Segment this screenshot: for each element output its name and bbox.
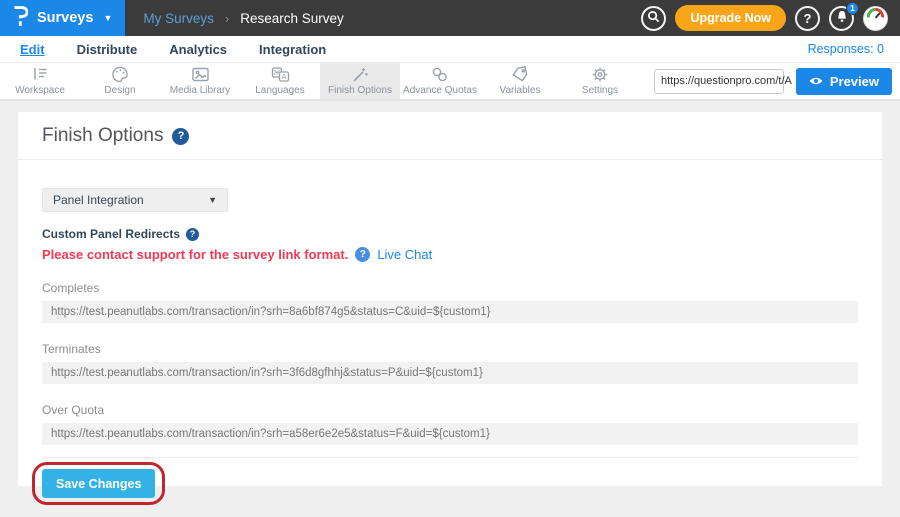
section-heading-label: Custom Panel Redirects [42,227,180,241]
questionpro-logo-icon [13,5,28,31]
live-chat-link[interactable]: Live Chat [377,247,432,262]
survey-nav-row: Edit Distribute Analytics Integration Re… [0,36,900,63]
search-icon [647,10,660,26]
tab-label: Finish Options [328,85,392,96]
help-button[interactable]: ? [795,6,820,31]
notifications: 1 [829,6,854,31]
tab-label: Design [104,85,135,96]
questionpro-app: Surveys ▼ My Surveys › Research Survey U… [0,0,900,517]
tab-label: Languages [255,85,305,96]
live-chat-help-icon[interactable]: ? [355,247,370,262]
tab-settings[interactable]: Settings [560,63,640,99]
card-header: Finish Options ? [18,112,882,147]
account-avatar[interactable] [863,6,888,31]
support-notice-row: Please contact support for the survey li… [42,247,858,262]
tab-media-library[interactable]: Media Library [160,63,240,99]
completes-url-input[interactable] [42,301,858,323]
tab-variables[interactable]: Variables [480,63,560,99]
completes-label: Completes [42,281,858,295]
edit-toolbar: Workspace Design Media Li [0,63,900,101]
tab-label: Variables [500,85,541,96]
gauge-icon [865,6,886,31]
card-body: Panel Integration ▼ Custom Panel Redirec… [18,188,882,505]
preview-button[interactable]: Preview [796,68,892,95]
tab-design[interactable]: Design [80,63,160,99]
terminates-label: Terminates [42,342,858,356]
chevron-down-icon: ▼ [208,195,217,205]
breadcrumb: My Surveys › Research Survey [125,0,343,36]
title-divider [18,159,882,160]
finish-option-type-dropdown[interactable]: Panel Integration ▼ [42,188,228,212]
dropdown-selected-value: Panel Integration [53,193,144,207]
responses-count: Responses: 0 [808,42,884,56]
search-button[interactable] [641,6,666,31]
top-header-bar: Surveys ▼ My Surveys › Research Survey U… [0,0,900,36]
breadcrumb-current-survey: Research Survey [240,11,344,26]
advance-quotas-link-icon [431,66,449,83]
nav-tab-analytics[interactable]: Analytics [169,42,227,57]
survey-url-input[interactable] [661,75,803,87]
over-quota-url-input[interactable] [42,423,858,445]
variables-tag-icon [511,66,529,83]
surveys-menu-label: Surveys [37,10,93,26]
media-library-icon [191,66,210,83]
tab-label: Media Library [170,85,231,96]
completes-field: Completes [42,281,858,323]
footer-divider [42,457,858,458]
preview-button-label: Preview [830,74,879,89]
nav-tab-distribute[interactable]: Distribute [77,42,138,57]
tab-label: Advance Quotas [403,85,477,96]
workspace-icon [31,66,49,83]
save-changes-button[interactable]: Save Changes [42,469,155,498]
terminates-url-input[interactable] [42,362,858,384]
page-title: Finish Options [42,125,163,147]
finish-options-card: Finish Options ? Panel Integration ▼ Cus… [18,112,882,486]
eye-icon [809,74,823,89]
support-notice-text: Please contact support for the survey li… [42,247,348,262]
tab-finish-options[interactable]: Finish Options [320,63,400,99]
tab-advance-quotas[interactable]: Advance Quotas [400,63,480,99]
breadcrumb-my-surveys[interactable]: My Surveys [143,11,214,26]
svg-text:A: A [281,73,286,81]
settings-gear-icon [591,66,609,83]
over-quota-field: Over Quota [42,403,858,445]
tab-languages[interactable]: Ж A Languages [240,63,320,99]
upgrade-now-button[interactable]: Upgrade Now [675,5,786,31]
tab-label: Workspace [15,85,65,96]
design-palette-icon [111,66,129,83]
finish-options-wand-icon [351,66,369,83]
over-quota-label: Over Quota [42,403,858,417]
bell-icon [836,10,848,26]
finish-options-help-icon[interactable]: ? [172,128,189,145]
breadcrumb-separator: › [225,11,229,26]
page-content: Finish Options ? Panel Integration ▼ Cus… [0,101,900,486]
survey-url-box[interactable] [654,69,784,94]
question-mark-icon: ? [804,11,812,26]
header-actions: Upgrade Now ? 1 [641,0,900,36]
terminates-field: Terminates [42,342,858,384]
surveys-menu[interactable]: Surveys ▼ [0,0,125,36]
section-help-icon[interactable]: ? [186,228,199,241]
chevron-down-icon: ▼ [103,13,112,23]
custom-panel-redirects-heading: Custom Panel Redirects ? [42,227,858,241]
notification-count-badge: 1 [846,2,859,15]
tab-workspace[interactable]: Workspace [0,63,80,99]
nav-tab-edit[interactable]: Edit [20,42,45,57]
save-annotation-highlight: Save Changes [32,462,165,505]
nav-tab-integration[interactable]: Integration [259,42,326,57]
languages-icon: Ж A [271,66,290,83]
tab-label: Settings [582,85,618,96]
